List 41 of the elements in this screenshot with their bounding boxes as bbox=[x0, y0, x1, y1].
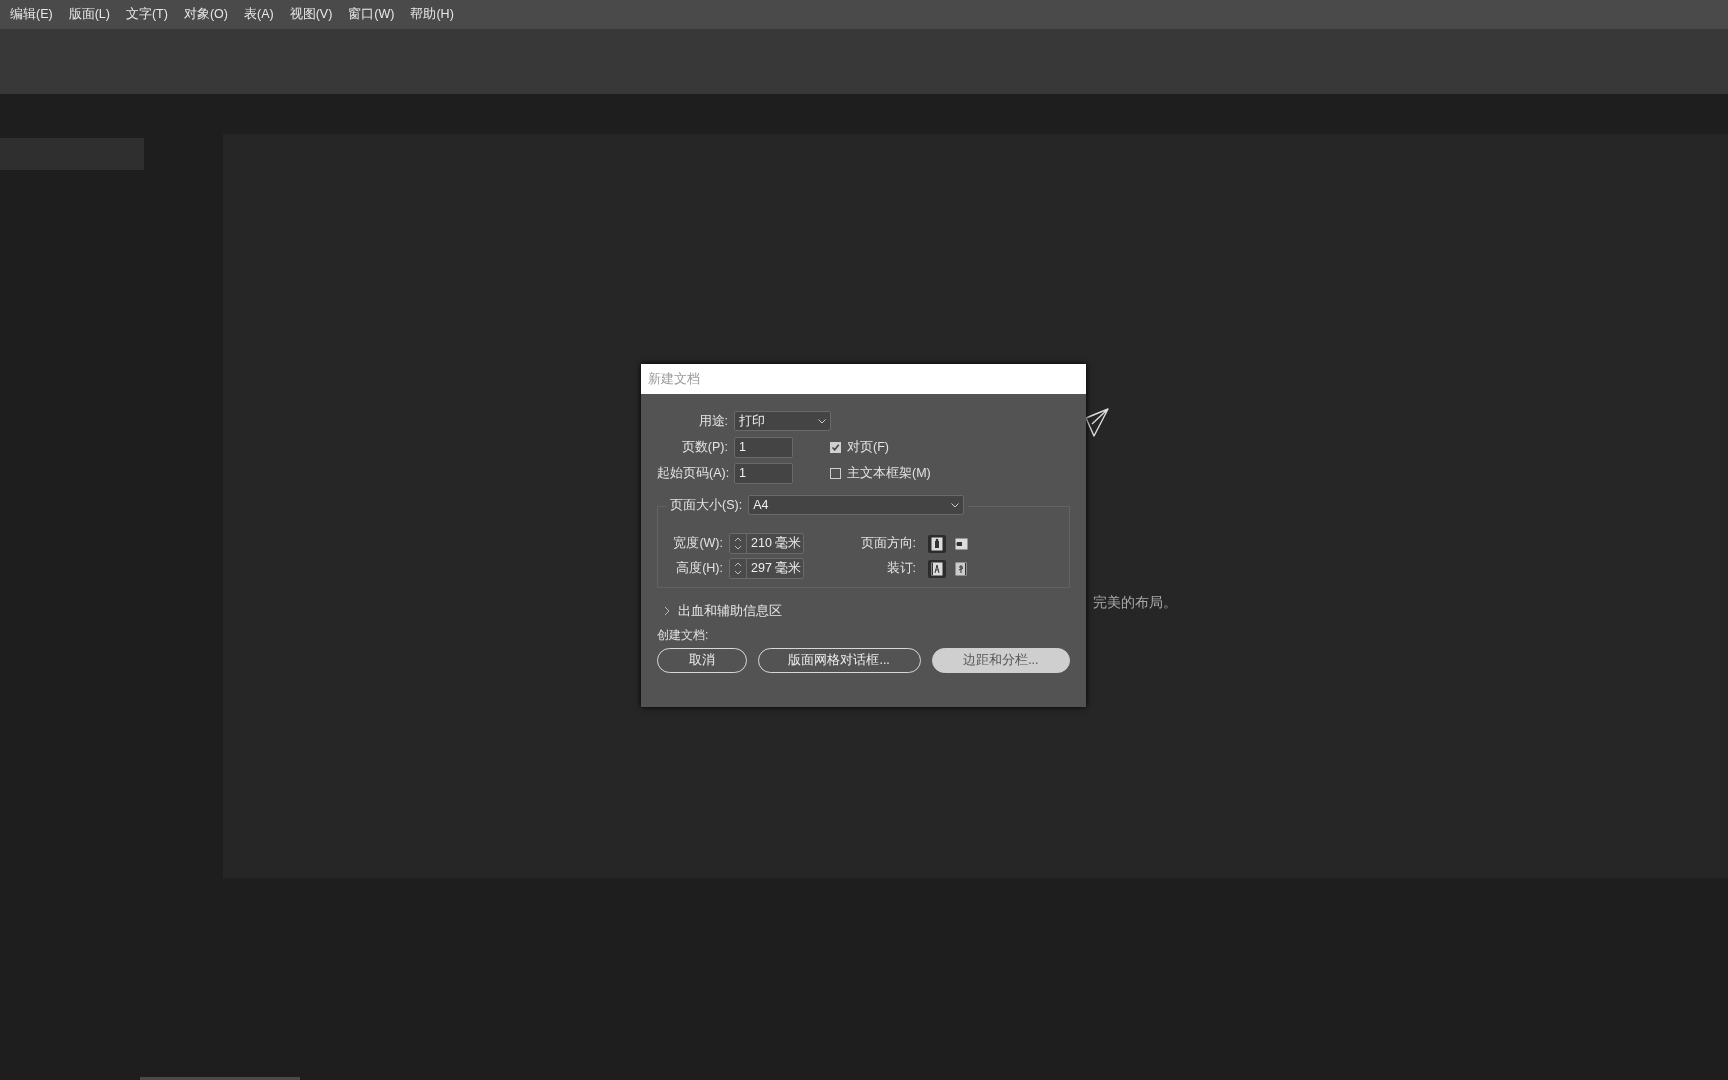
menu-item[interactable]: 版面(L) bbox=[60, 6, 118, 23]
field-label: 页面方向: bbox=[860, 535, 917, 552]
checkbox-label: 对页(F) bbox=[847, 438, 889, 456]
caret-icon bbox=[818, 418, 826, 424]
intent-dropdown[interactable]: 打印 bbox=[734, 411, 831, 431]
height-field[interactable]: 297 毫米 bbox=[729, 558, 804, 579]
page-option-button[interactable] bbox=[928, 559, 946, 578]
field-label: 页数(P): bbox=[680, 438, 729, 456]
field-label: 用途: bbox=[697, 412, 729, 430]
chevron-icon[interactable] bbox=[663, 606, 671, 616]
caret-icon bbox=[951, 502, 960, 508]
pages-field[interactable]: 1 bbox=[734, 436, 793, 458]
menu-item[interactable]: 窗口(W) bbox=[340, 6, 403, 23]
landscape-page-icon bbox=[954, 537, 968, 550]
paper-plane-icon bbox=[1085, 408, 1109, 438]
checkbox-label: 主文本框架(M) bbox=[847, 464, 931, 482]
field-label: 页面大小(S): bbox=[669, 496, 744, 514]
portrait-page-icon bbox=[931, 536, 943, 551]
right-binding-icon bbox=[955, 561, 967, 576]
start-page-field[interactable]: 1 bbox=[734, 462, 793, 484]
page-option-button[interactable] bbox=[928, 534, 946, 553]
checkbox[interactable] bbox=[830, 441, 841, 453]
field-label: 装订: bbox=[886, 560, 917, 577]
menu-item[interactable]: 帮助(H) bbox=[402, 6, 462, 23]
menu-item[interactable]: 视图(V) bbox=[281, 6, 341, 23]
width-field[interactable]: 210 毫米 bbox=[729, 533, 804, 554]
menu-item[interactable]: 对象(O) bbox=[175, 6, 236, 23]
welcome-text: 完美的布局。 bbox=[1093, 594, 1177, 612]
menu-item[interactable]: 编辑(E) bbox=[2, 6, 61, 23]
menu-item[interactable]: 文字(T) bbox=[117, 6, 176, 23]
section-toggle[interactable]: 出血和辅助信息区 bbox=[678, 602, 782, 620]
section-label: 创建文档: bbox=[657, 627, 710, 644]
menu-item[interactable]: 表(A) bbox=[236, 6, 282, 23]
field-label: 高度(H): bbox=[675, 560, 724, 577]
field-label: 宽度(W): bbox=[672, 535, 724, 552]
dialog-button[interactable]: 边距和分栏... bbox=[931, 648, 1070, 673]
dialog-title: 新建文档 bbox=[648, 370, 700, 388]
page-size-dropdown[interactable]: A4 bbox=[748, 495, 965, 515]
left-binding-icon bbox=[931, 561, 943, 576]
checkbox[interactable] bbox=[830, 467, 841, 479]
field-label: 起始页码(A): bbox=[657, 464, 731, 482]
